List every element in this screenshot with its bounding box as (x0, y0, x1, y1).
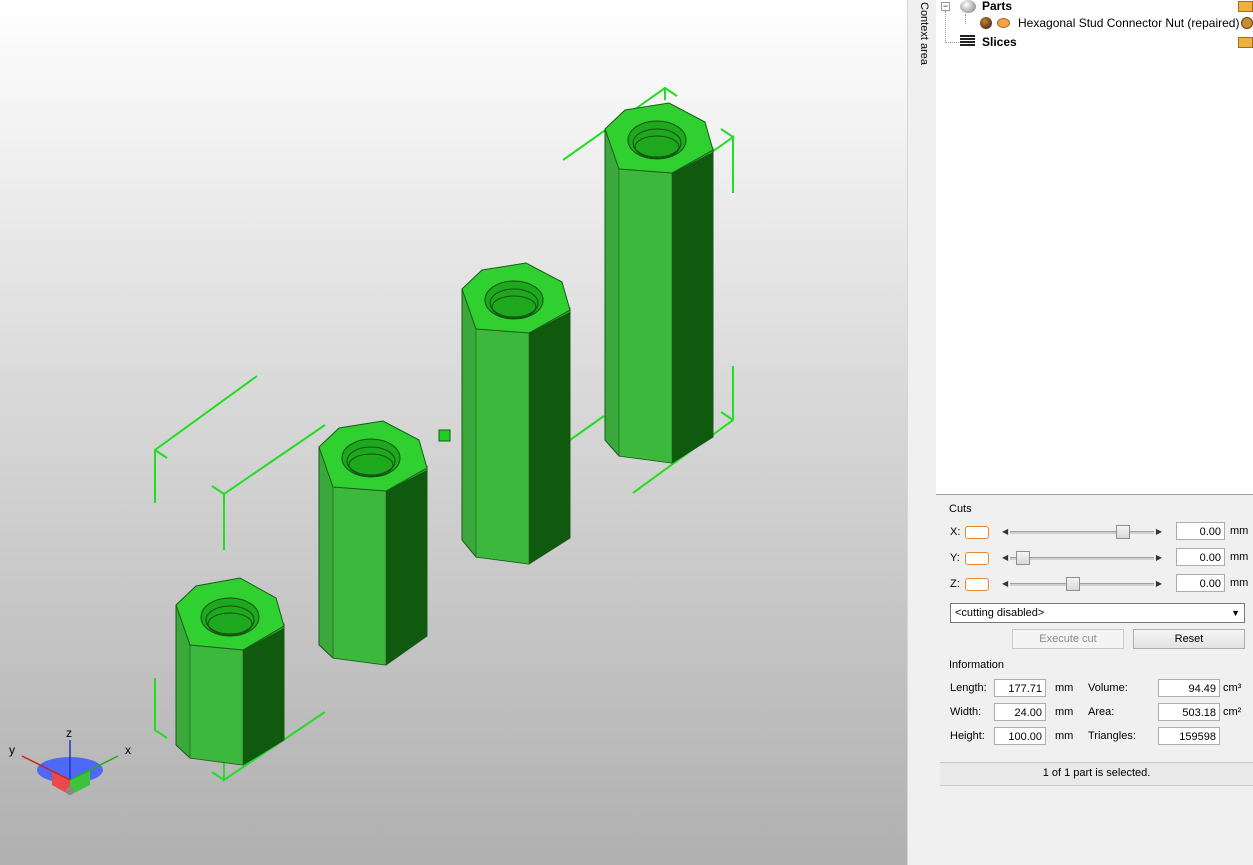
cut-z-left-arrow-icon[interactable]: ◀ (1002, 577, 1008, 591)
triangles-value: 159598 (1158, 727, 1220, 745)
axis-y-label: y (9, 743, 15, 757)
cut-y-thumb[interactable] (1016, 551, 1030, 565)
cut-x-color-swatch[interactable] (965, 526, 989, 539)
cuts-group: Cuts X: ◀ ▶ 0.00 mm Y: ◀ ▶ 0.00 mm Z: ◀ … (936, 500, 1253, 656)
cut-z-input[interactable]: 0.00 (1176, 574, 1225, 592)
information-title: Information (949, 659, 1005, 671)
folder-icon-parts[interactable] (1238, 1, 1253, 12)
triangles-label: Triangles: (1088, 730, 1136, 742)
axis-z-label: z (66, 726, 72, 740)
cut-z-right-arrow-icon[interactable]: ▶ (1156, 577, 1162, 591)
axis-gizmo (21, 740, 119, 795)
cut-mode-value: <cutting disabled> (955, 607, 1045, 619)
status-bar: 1 of 1 part is selected. (940, 762, 1253, 786)
context-area-label: Context area (918, 2, 930, 65)
volume-value: 94.49 (1158, 679, 1220, 697)
cut-z-thumb[interactable] (1065, 577, 1080, 591)
cut-x-track (1010, 531, 1154, 534)
width-unit: mm (1055, 706, 1074, 718)
hex-nut-4[interactable] (604, 102, 714, 464)
width-label: Width: (950, 706, 982, 718)
hex-nut-2[interactable] (318, 420, 428, 666)
cut-x-slider[interactable]: ◀ ▶ (1000, 525, 1164, 539)
cuts-title: Cuts (949, 503, 972, 515)
part-status-icon (1241, 17, 1253, 29)
axis-x-label: x (125, 743, 131, 757)
cut-x-input[interactable]: 0.00 (1176, 522, 1225, 540)
tree-expander-icon[interactable]: − (941, 2, 950, 11)
height-label: Height: (950, 730, 985, 742)
folder-icon-slices[interactable] (1238, 37, 1253, 48)
tree-guide-line-sub (965, 14, 967, 24)
cut-y-track (1010, 557, 1154, 560)
cut-y-label: Y: (950, 552, 960, 564)
execute-cut-button[interactable]: Execute cut (1012, 629, 1124, 649)
cut-z-slider[interactable]: ◀ ▶ (1000, 577, 1164, 591)
center-handle[interactable] (438, 429, 451, 442)
part-mesh-icon (980, 17, 992, 29)
slices-icon (960, 35, 975, 47)
visibility-eye-icon[interactable] (997, 18, 1010, 28)
reset-button[interactable]: Reset (1133, 629, 1245, 649)
cut-y-unit: mm (1230, 551, 1249, 563)
hex-nut-3[interactable] (461, 262, 571, 565)
selection-status-text: 1 of 1 part is selected. (1042, 767, 1151, 779)
cut-z-track (1010, 583, 1154, 586)
cut-x-right-arrow-icon[interactable]: ▶ (1156, 525, 1162, 539)
right-panel: − Parts Hexagonal Stud Connector Nut (re… (936, 0, 1253, 865)
tree-item-slices[interactable]: Slices (982, 34, 1017, 51)
cut-x-unit: mm (1230, 525, 1249, 537)
width-value: 24.00 (994, 703, 1046, 721)
height-value: 100.00 (994, 727, 1046, 745)
tree-item-parts[interactable]: Parts (982, 0, 1012, 15)
cut-z-color-swatch[interactable] (965, 578, 989, 591)
cut-y-slider[interactable]: ◀ ▶ (1000, 551, 1164, 565)
cut-x-left-arrow-icon[interactable]: ◀ (1002, 525, 1008, 539)
volume-unit: cm³ (1223, 682, 1242, 694)
parts-icon (960, 0, 976, 13)
cut-z-label: Z: (950, 578, 960, 590)
tree-guide-line (945, 11, 947, 43)
cut-x-thumb[interactable] (1116, 525, 1131, 539)
chevron-down-icon[interactable]: ▼ (1231, 604, 1240, 622)
scene-svg[interactable]: z y x (0, 0, 907, 865)
length-value: 177.71 (994, 679, 1046, 697)
information-group: Information Length: 177.71 mm Volume: 94… (936, 658, 1253, 754)
parts-tree[interactable]: − Parts Hexagonal Stud Connector Nut (re… (936, 0, 1253, 495)
length-unit: mm (1055, 682, 1074, 694)
tree-item-part[interactable]: Hexagonal Stud Connector Nut (repaired) (1018, 15, 1239, 32)
context-area-tab[interactable]: Context area (915, 0, 937, 865)
tree-guide-line-h (945, 42, 959, 43)
height-unit: mm (1055, 730, 1074, 742)
area-unit: cm² (1223, 706, 1242, 718)
3d-viewport[interactable]: z y x (0, 0, 907, 865)
cut-x-label: X: (950, 526, 961, 538)
area-label: Area: (1088, 706, 1115, 718)
length-label: Length: (950, 682, 987, 694)
hex-nut-1[interactable] (175, 577, 285, 766)
area-value: 503.18 (1158, 703, 1220, 721)
volume-label: Volume: (1088, 682, 1128, 694)
cut-mode-select[interactable]: <cutting disabled> ▼ (950, 603, 1245, 623)
cut-y-color-swatch[interactable] (965, 552, 989, 565)
cut-z-unit: mm (1230, 577, 1249, 589)
cut-y-right-arrow-icon[interactable]: ▶ (1156, 551, 1162, 565)
cut-y-input[interactable]: 0.00 (1176, 548, 1225, 566)
cut-y-left-arrow-icon[interactable]: ◀ (1002, 551, 1008, 565)
